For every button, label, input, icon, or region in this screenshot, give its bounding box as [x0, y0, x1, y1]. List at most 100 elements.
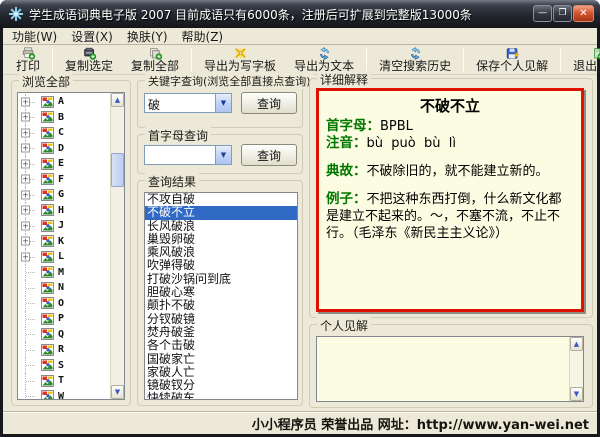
expand-plus-icon[interactable]: +: [21, 144, 30, 153]
status-text: 小小程序员 荣誉出品 网址：http://www.yan-wei.net: [252, 414, 589, 433]
tree-item-R[interactable]: R: [18, 342, 110, 358]
toolbar-button-4[interactable]: 导出为文本: [285, 46, 363, 74]
tree-item-H[interactable]: +H: [18, 203, 110, 219]
result-item[interactable]: 国破家亡: [145, 353, 297, 366]
expand-plus-icon[interactable]: +: [21, 252, 30, 261]
toolbar-button-label: 复制全部: [131, 60, 179, 73]
initial-combobox[interactable]: ▼: [144, 145, 232, 165]
result-item[interactable]: 快犊破车: [145, 392, 297, 400]
tree-connector: [25, 342, 39, 358]
expand-plus-icon[interactable]: +: [21, 175, 30, 184]
tree-scrollbar[interactable]: ▲ ▼: [110, 93, 124, 399]
tree-item-G[interactable]: +G: [18, 187, 110, 203]
tree-item-label: P: [58, 313, 64, 324]
minimize-button[interactable]: —: [533, 5, 552, 22]
tree-item-D[interactable]: +D: [18, 141, 110, 157]
scroll-down-icon[interactable]: ▼: [111, 385, 124, 399]
result-item[interactable]: 长风破浪: [145, 220, 297, 233]
keyword-combobox[interactable]: 破 ▼: [144, 93, 232, 113]
tree-item-S[interactable]: S: [18, 358, 110, 374]
detail-field-label: 首字母：: [326, 118, 380, 134]
tree-item-B[interactable]: +B: [18, 110, 110, 126]
result-item[interactable]: 吹弹得破: [145, 259, 297, 272]
toolbar-button-label: 退出软件: [573, 60, 600, 73]
tree-item-J[interactable]: +J: [18, 218, 110, 234]
tree-connector: [25, 296, 39, 312]
tree-item-N[interactable]: N: [18, 280, 110, 296]
initial-value[interactable]: [145, 146, 215, 164]
detail-field-label: 注音：: [326, 135, 367, 151]
keyword-search-button[interactable]: 查询: [241, 92, 297, 114]
letter-node-icon: [41, 158, 54, 170]
result-item[interactable]: 颠扑不破: [145, 299, 297, 312]
detail-field-0: 首字母：BPBL: [326, 118, 574, 135]
personal-notes-textarea[interactable]: ▲ ▼: [316, 336, 584, 402]
tree-item-T[interactable]: T: [18, 373, 110, 389]
letter-node-icon: [41, 251, 54, 263]
tree-item-label: N: [58, 282, 64, 293]
tree-item-F[interactable]: +F: [18, 172, 110, 188]
letter-node-icon: [41, 235, 54, 247]
toolbar-separator: [366, 48, 367, 72]
tree-item-E[interactable]: +E: [18, 156, 110, 172]
toolbar-button-2[interactable]: 复制全部: [122, 46, 188, 74]
tree-item-C[interactable]: +C: [18, 125, 110, 141]
tree-item-label: B: [58, 112, 64, 123]
expand-plus-icon[interactable]: +: [21, 221, 30, 230]
letter-node-icon: [41, 266, 54, 278]
toolbar-separator: [191, 48, 192, 72]
tree-item-label: L: [58, 251, 64, 262]
tree-item-A[interactable]: +A: [18, 94, 110, 110]
maximize-button[interactable]: ❐: [553, 5, 572, 22]
initial-query-title: 首字母查询: [145, 127, 211, 144]
toolbar-button-6[interactable]: 保存个人见解: [467, 46, 557, 74]
notes-scrollbar[interactable]: ▲ ▼: [569, 337, 583, 401]
window-title: 学生成语词典电子版 2007 目前成语只有6000条，注册后可扩展到完整版130…: [29, 6, 472, 23]
scrollbar-thumb[interactable]: [111, 153, 124, 187]
tree-item-K[interactable]: +K: [18, 234, 110, 250]
scroll-up-icon[interactable]: ▲: [570, 337, 583, 351]
chevron-down-icon[interactable]: ▼: [215, 94, 231, 112]
tree-connector: [25, 389, 39, 401]
tree-item-Q[interactable]: Q: [18, 327, 110, 343]
chevron-down-icon[interactable]: ▼: [215, 146, 231, 164]
menu-item-3[interactable]: 帮助(Z): [175, 27, 231, 46]
tree-item-label: G: [58, 189, 64, 200]
result-item[interactable]: 不破不立: [145, 206, 297, 219]
tree-item-L[interactable]: +L: [18, 249, 110, 265]
toolbar-button-3[interactable]: 导出为写字板: [195, 46, 285, 74]
expand-plus-icon[interactable]: +: [21, 97, 30, 106]
tree-item-O[interactable]: O: [18, 296, 110, 312]
expand-plus-icon[interactable]: +: [21, 159, 30, 168]
toolbar-button-1[interactable]: 复制选定: [56, 46, 122, 74]
keyword-value[interactable]: 破: [145, 94, 215, 112]
expand-plus-icon[interactable]: +: [21, 113, 30, 122]
client-area: 功能(W)设置(X)换肤(Y)帮助(Z) 打印复制选定复制全部 导出为写字板导出为…: [3, 28, 597, 434]
toolbar-button-0[interactable]: 打印: [7, 46, 49, 74]
tree-item-label: S: [58, 360, 64, 371]
close-button[interactable]: ✕: [573, 5, 594, 22]
menu-item-0[interactable]: 功能(W): [5, 27, 64, 46]
expand-plus-icon[interactable]: +: [21, 206, 30, 215]
expand-plus-icon[interactable]: +: [21, 128, 30, 137]
letter-node-icon: [41, 375, 54, 387]
tree-item-W[interactable]: W: [18, 389, 110, 401]
tree-item-label: O: [58, 298, 64, 309]
toolbar-button-7[interactable]: 退出软件: [564, 46, 600, 74]
letter-node-icon: [41, 220, 54, 232]
menu-item-2[interactable]: 换肤(Y): [120, 27, 175, 46]
scroll-down-icon[interactable]: ▼: [570, 387, 583, 401]
expand-plus-icon[interactable]: +: [21, 190, 30, 199]
scroll-up-icon[interactable]: ▲: [111, 93, 124, 107]
expand-plus-icon[interactable]: +: [21, 237, 30, 246]
tree-item-label: K: [58, 236, 64, 247]
tree-connector: [25, 280, 39, 296]
tree-item-M[interactable]: M: [18, 265, 110, 281]
tree-item-P[interactable]: P: [18, 311, 110, 327]
result-item[interactable]: 各个击破: [145, 339, 297, 352]
letter-node-icon: [41, 189, 54, 201]
toolbar-button-5[interactable]: 清空搜索历史: [370, 46, 460, 74]
menu-item-1[interactable]: 设置(X): [64, 27, 120, 46]
initial-search-button[interactable]: 查询: [241, 144, 297, 166]
result-item[interactable]: 分钗破镜: [145, 313, 297, 326]
